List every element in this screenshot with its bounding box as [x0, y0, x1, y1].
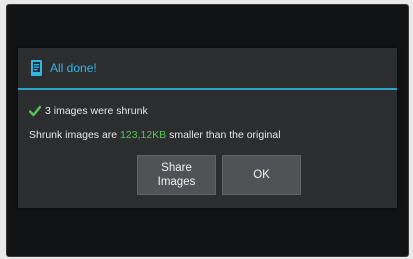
share-label-line2: Images: [157, 176, 196, 188]
status-text: 3 images were shrunk: [45, 105, 148, 117]
share-images-button[interactable]: Share Images: [137, 155, 216, 195]
dialog-header: All done!: [18, 48, 397, 90]
device-screen: All done! 3 images were shrunk Shrunk im…: [6, 4, 409, 257]
dialog-buttons: Share Images OK: [137, 155, 301, 195]
message-prefix: Shrunk images are: [29, 129, 121, 141]
ok-label: OK: [253, 169, 270, 181]
size-saved-value: 123,12KB: [120, 129, 167, 141]
dialog-title: All done!: [50, 61, 97, 75]
completion-dialog: All done! 3 images were shrunk Shrunk im…: [18, 48, 397, 208]
message-suffix: smaller than the original: [166, 129, 281, 141]
message-line: Shrunk images are 123,12KB smaller than …: [29, 127, 397, 143]
share-label-line1: Share: [161, 162, 192, 174]
share-images-label: Share Images: [158, 161, 196, 189]
status-line: 3 images were shrunk: [28, 103, 397, 119]
phone-doc-icon: [29, 59, 45, 77]
ok-button[interactable]: OK: [222, 155, 301, 195]
dialog-body: 3 images were shrunk Shrunk images are 1…: [18, 90, 397, 143]
checkmark-icon: [28, 105, 42, 117]
